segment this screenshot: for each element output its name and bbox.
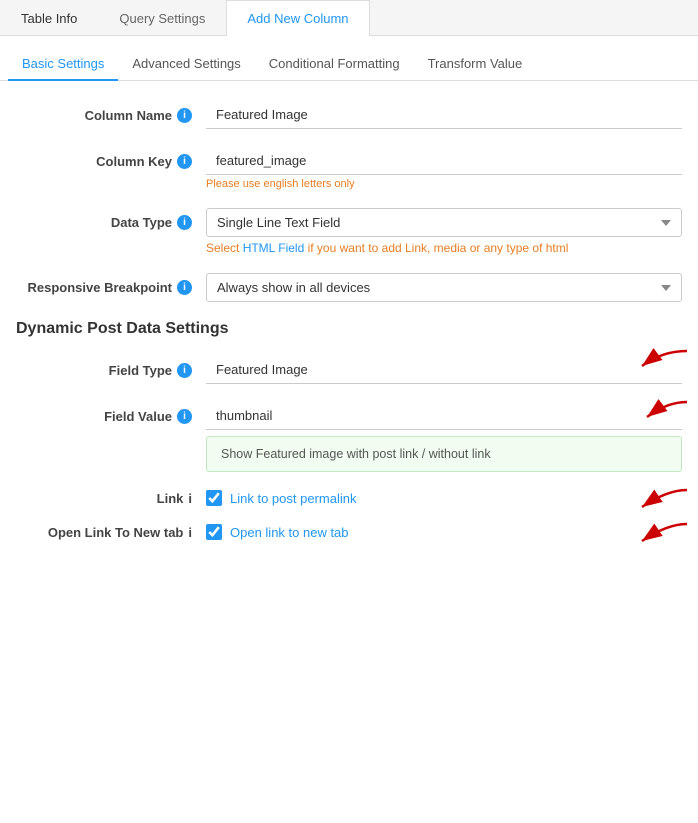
responsive-breakpoint-select[interactable]: Always show in all devices Mobile only D… xyxy=(206,273,682,302)
open-new-tab-checkbox[interactable] xyxy=(206,524,222,540)
field-type-info-icon[interactable]: i xyxy=(177,363,192,378)
subtab-transform-value[interactable]: Transform Value xyxy=(414,48,537,81)
column-key-row: Column Key i Please use english letters … xyxy=(16,147,682,190)
field-type-label: Field Type i xyxy=(16,356,206,378)
data-type-select-wrap: Single Line Text Field HTML Field Number… xyxy=(206,208,682,255)
field-value-row: Field Value i Show Featured image with p… xyxy=(16,402,682,472)
arrow-field-value xyxy=(602,397,692,435)
open-new-tab-info-icon[interactable]: i xyxy=(188,525,192,540)
arrow-field-type xyxy=(592,346,692,386)
link-info-icon[interactable]: i xyxy=(188,491,192,506)
data-type-select[interactable]: Single Line Text Field HTML Field Number… xyxy=(206,208,682,237)
top-tab-bar: Table Info Query Settings Add New Column xyxy=(0,0,698,36)
column-name-input-wrap xyxy=(206,101,682,129)
link-checkbox-label: Link to post permalink xyxy=(230,491,356,506)
data-type-label: Data Type i xyxy=(16,208,206,230)
tab-table-info[interactable]: Table Info xyxy=(0,0,98,36)
subtab-advanced-settings[interactable]: Advanced Settings xyxy=(118,48,254,81)
field-value-info-box: Show Featured image with post link / wit… xyxy=(206,436,682,472)
form-area: Column Name i Column Key i Please use en… xyxy=(0,101,698,302)
field-value-info-icon[interactable]: i xyxy=(177,409,192,424)
responsive-breakpoint-label: Responsive Breakpoint i xyxy=(16,273,206,295)
responsive-breakpoint-select-wrap: Always show in all devices Mobile only D… xyxy=(206,273,682,302)
link-checkbox[interactable] xyxy=(206,490,222,506)
subtab-basic-settings[interactable]: Basic Settings xyxy=(8,48,118,81)
column-name-row: Column Name i xyxy=(16,101,682,129)
open-new-tab-label: Open Link To New tab i xyxy=(16,525,206,540)
arrow-link xyxy=(602,485,692,523)
field-type-row: Field Type i xyxy=(16,356,682,384)
dynamic-form-area: Field Type i Field Value i xyxy=(0,356,698,540)
column-key-hint: Please use english letters only xyxy=(206,178,682,190)
data-type-hint: Select HTML Field if you want to add Lin… xyxy=(206,241,682,255)
sub-tab-bar: Basic Settings Advanced Settings Conditi… xyxy=(0,36,698,81)
column-key-input[interactable] xyxy=(206,147,682,175)
field-value-label: Field Value i xyxy=(16,402,206,424)
arrow-open-new-tab xyxy=(602,519,692,557)
column-name-info-icon[interactable]: i xyxy=(177,108,192,123)
column-name-label: Column Name i xyxy=(16,101,206,123)
link-label: Link i xyxy=(16,491,206,506)
open-new-tab-row: Open Link To New tab i Open link to new … xyxy=(16,524,682,540)
column-key-label: Column Key i xyxy=(16,147,206,169)
column-key-info-icon[interactable]: i xyxy=(177,154,192,169)
responsive-breakpoint-row: Responsive Breakpoint i Always show in a… xyxy=(16,273,682,302)
column-name-input[interactable] xyxy=(206,101,682,129)
link-row: Link i Link to post permalink xyxy=(16,490,682,506)
tab-add-new-column[interactable]: Add New Column xyxy=(226,0,369,36)
dynamic-section-heading: Dynamic Post Data Settings xyxy=(16,320,682,338)
tab-query-settings[interactable]: Query Settings xyxy=(98,0,226,36)
responsive-breakpoint-info-icon[interactable]: i xyxy=(177,280,192,295)
open-new-tab-checkbox-label: Open link to new tab xyxy=(230,525,349,540)
column-key-input-wrap: Please use english letters only xyxy=(206,147,682,190)
data-type-row: Data Type i Single Line Text Field HTML … xyxy=(16,208,682,255)
data-type-info-icon[interactable]: i xyxy=(177,215,192,230)
subtab-conditional-formatting[interactable]: Conditional Formatting xyxy=(255,48,414,81)
